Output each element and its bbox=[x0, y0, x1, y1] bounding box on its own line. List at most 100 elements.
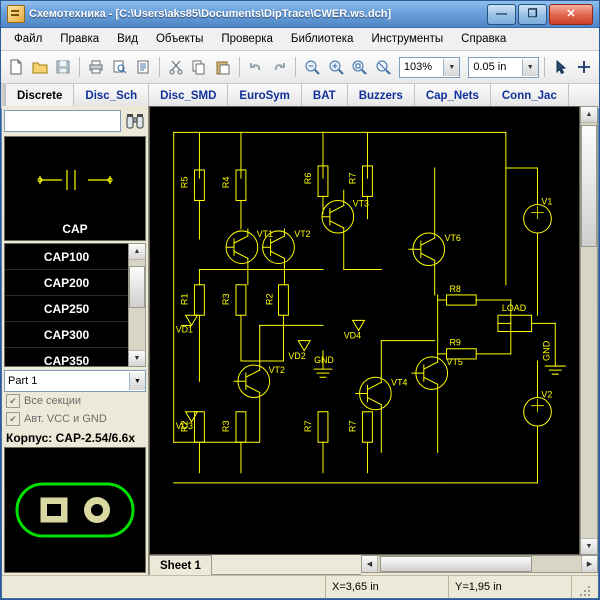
toolbar-separator bbox=[544, 57, 545, 77]
scroll-track[interactable] bbox=[129, 260, 145, 350]
scroll-thumb[interactable] bbox=[380, 556, 532, 572]
scroll-track[interactable] bbox=[581, 123, 597, 538]
package-row: Корпус: CAP-2.54/6.6x bbox=[2, 428, 148, 447]
canvas-horizontal-scrollbar[interactable]: ◀ ▶ bbox=[361, 555, 598, 573]
redo-icon[interactable] bbox=[269, 55, 291, 79]
zoom-in-icon[interactable] bbox=[325, 55, 347, 79]
paste-icon[interactable] bbox=[212, 55, 234, 79]
package-value: CAP-2.54/6.6x bbox=[56, 431, 135, 445]
svg-text:VT2: VT2 bbox=[269, 365, 285, 375]
checkbox-icon[interactable]: ✔ bbox=[6, 394, 20, 408]
toolbar: 103% ▼ 0.05 in ▼ bbox=[1, 51, 599, 84]
schematic-area: R5 R4 R6 R7 R1 R3 R2 R2 R3 R7 R7 bbox=[149, 106, 598, 575]
library-tab-disc-smd[interactable]: Disc_SMD bbox=[149, 84, 228, 108]
menu-item-library[interactable]: Библиотека bbox=[282, 30, 363, 48]
scroll-thumb[interactable] bbox=[581, 125, 597, 247]
zoom-area-icon[interactable] bbox=[372, 55, 394, 79]
menu-item-view[interactable]: Вид bbox=[108, 30, 147, 48]
library-tab-disc-sch[interactable]: Disc_Sch bbox=[74, 84, 149, 108]
library-tab-eurosym[interactable]: EuroSym bbox=[228, 84, 302, 108]
zoom-out-icon[interactable] bbox=[301, 55, 323, 79]
grid-size-combo[interactable]: 0.05 in ▼ bbox=[468, 57, 538, 78]
new-file-icon[interactable] bbox=[5, 55, 27, 79]
library-tab-discrete[interactable]: Discrete bbox=[6, 84, 74, 108]
zoom-level-combo[interactable]: 103% ▼ bbox=[399, 57, 460, 78]
menu-item-file[interactable]: Файл bbox=[5, 30, 51, 48]
list-item[interactable]: CAP200 bbox=[5, 270, 128, 296]
schematic-canvas[interactable]: R5 R4 R6 R7 R1 R3 R2 R2 R3 R7 R7 bbox=[149, 106, 580, 555]
chevron-down-icon[interactable]: ▼ bbox=[129, 372, 145, 390]
scroll-right-icon[interactable]: ▶ bbox=[581, 556, 597, 572]
scroll-track[interactable] bbox=[378, 556, 581, 572]
list-item[interactable]: CAP300 bbox=[5, 322, 128, 348]
print-icon[interactable] bbox=[85, 55, 107, 79]
window-resize-grip[interactable] bbox=[571, 576, 598, 598]
undo-icon[interactable] bbox=[245, 55, 267, 79]
library-tab-bat[interactable]: BAT bbox=[302, 84, 348, 108]
svg-text:LOAD: LOAD bbox=[502, 303, 527, 313]
sheet-tab-filler bbox=[212, 555, 361, 575]
svg-text:R7: R7 bbox=[348, 173, 358, 185]
list-item[interactable]: CAP250 bbox=[5, 296, 128, 322]
toolbar-separator bbox=[239, 57, 240, 77]
checkbox-icon[interactable]: ✔ bbox=[6, 412, 20, 426]
toolbar-separator bbox=[79, 57, 80, 77]
svg-text:VD1: VD1 bbox=[176, 324, 193, 334]
checkbox-auto-vcc-gnd[interactable]: ✔ Авт. VCC и GND bbox=[2, 410, 148, 428]
library-tab-buzzers[interactable]: Buzzers bbox=[348, 84, 415, 108]
svg-text:VT6: VT6 bbox=[445, 233, 461, 243]
menu-item-objects[interactable]: Объекты bbox=[147, 30, 212, 48]
copy-icon[interactable] bbox=[189, 55, 211, 79]
open-folder-icon[interactable] bbox=[29, 55, 51, 79]
svg-text:V2: V2 bbox=[541, 389, 552, 399]
maximize-button[interactable]: ❐ bbox=[518, 4, 547, 25]
cut-icon[interactable] bbox=[165, 55, 187, 79]
binoculars-icon[interactable] bbox=[124, 110, 146, 132]
scroll-down-icon[interactable]: ▼ bbox=[129, 350, 145, 366]
scroll-thumb[interactable] bbox=[129, 266, 145, 308]
svg-text:R4: R4 bbox=[221, 177, 231, 189]
svg-text:VT1: VT1 bbox=[257, 229, 273, 239]
svg-text:R5: R5 bbox=[180, 177, 190, 189]
scroll-left-icon[interactable]: ◀ bbox=[362, 556, 378, 572]
svg-text:VT3: VT3 bbox=[353, 198, 369, 208]
svg-text:VT5: VT5 bbox=[447, 357, 463, 367]
sheet-tab-1[interactable]: Sheet 1 bbox=[149, 555, 212, 575]
svg-text:R2: R2 bbox=[265, 293, 275, 305]
checkbox-all-sections[interactable]: ✔ Все секции bbox=[2, 392, 148, 410]
status-coordinate-y: Y=1,95 in bbox=[448, 576, 571, 598]
svg-text:VT2: VT2 bbox=[294, 229, 310, 239]
list-item[interactable]: CAP100 bbox=[5, 244, 128, 270]
minimize-button[interactable]: — bbox=[487, 4, 516, 25]
component-list-scrollbar[interactable]: ▲ ▼ bbox=[128, 243, 146, 367]
zoom-level-value: 103% bbox=[404, 61, 432, 73]
list-item[interactable]: CAP350 bbox=[5, 348, 128, 367]
svg-text:VT4: VT4 bbox=[391, 377, 407, 387]
add-crosshair-icon[interactable] bbox=[573, 55, 595, 79]
report-icon[interactable] bbox=[132, 55, 154, 79]
menu-item-edit[interactable]: Правка bbox=[51, 30, 108, 48]
library-tab-cap-nets[interactable]: Cap_Nets bbox=[415, 84, 491, 108]
title-bar: Схемотехника - [C:\Users\aks85\Documents… bbox=[1, 1, 599, 28]
svg-text:VD2: VD2 bbox=[288, 351, 305, 361]
zoom-fit-icon[interactable] bbox=[349, 55, 371, 79]
close-button[interactable]: ✕ bbox=[549, 4, 593, 25]
library-tab-conn-jac[interactable]: Conn_Jac bbox=[491, 84, 569, 108]
scroll-up-icon[interactable]: ▲ bbox=[581, 107, 597, 123]
chevron-down-icon[interactable]: ▼ bbox=[443, 59, 459, 76]
menu-item-tools[interactable]: Инструменты bbox=[362, 30, 452, 48]
scroll-up-icon[interactable]: ▲ bbox=[129, 244, 145, 260]
chevron-down-icon[interactable]: ▼ bbox=[522, 59, 538, 76]
toolbar-separator bbox=[295, 57, 296, 77]
part-select-combo[interactable]: Part 1 ▼ bbox=[4, 370, 146, 392]
scroll-down-icon[interactable]: ▼ bbox=[581, 538, 597, 554]
select-arrow-icon[interactable] bbox=[550, 55, 572, 79]
canvas-vertical-scrollbar[interactable]: ▲ ▼ bbox=[580, 106, 598, 555]
save-icon[interactable] bbox=[52, 55, 74, 79]
svg-text:R3: R3 bbox=[221, 293, 231, 305]
search-input[interactable] bbox=[4, 110, 121, 132]
menu-item-help[interactable]: Справка bbox=[452, 30, 515, 48]
print-preview-icon[interactable] bbox=[109, 55, 131, 79]
menu-item-verification[interactable]: Проверка bbox=[212, 30, 282, 48]
component-list[interactable]: CAP100 CAP200 CAP250 CAP300 CAP350 CAP40… bbox=[4, 243, 128, 367]
